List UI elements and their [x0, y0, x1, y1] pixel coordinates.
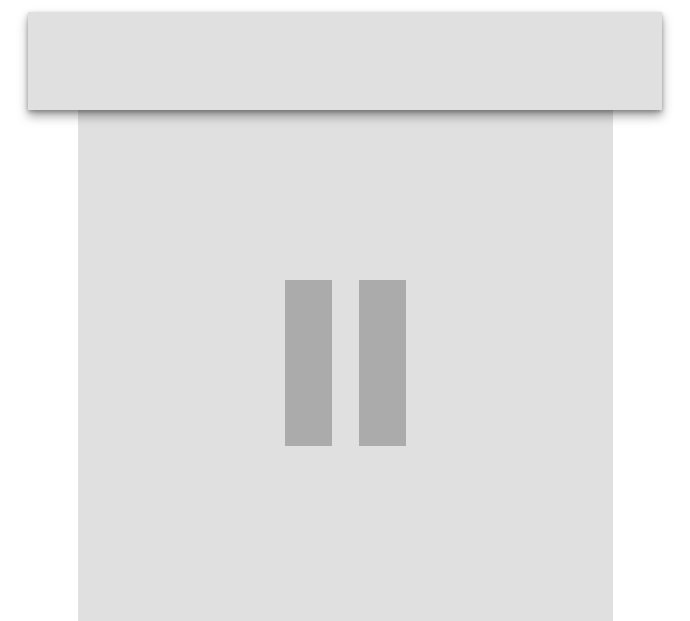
trash-bin-slot-right	[359, 280, 406, 446]
trash-bin-slot-left	[285, 280, 332, 446]
icon-canvas	[0, 0, 690, 621]
trash-bin-lid	[28, 12, 662, 110]
trash-bin-body	[78, 104, 613, 621]
